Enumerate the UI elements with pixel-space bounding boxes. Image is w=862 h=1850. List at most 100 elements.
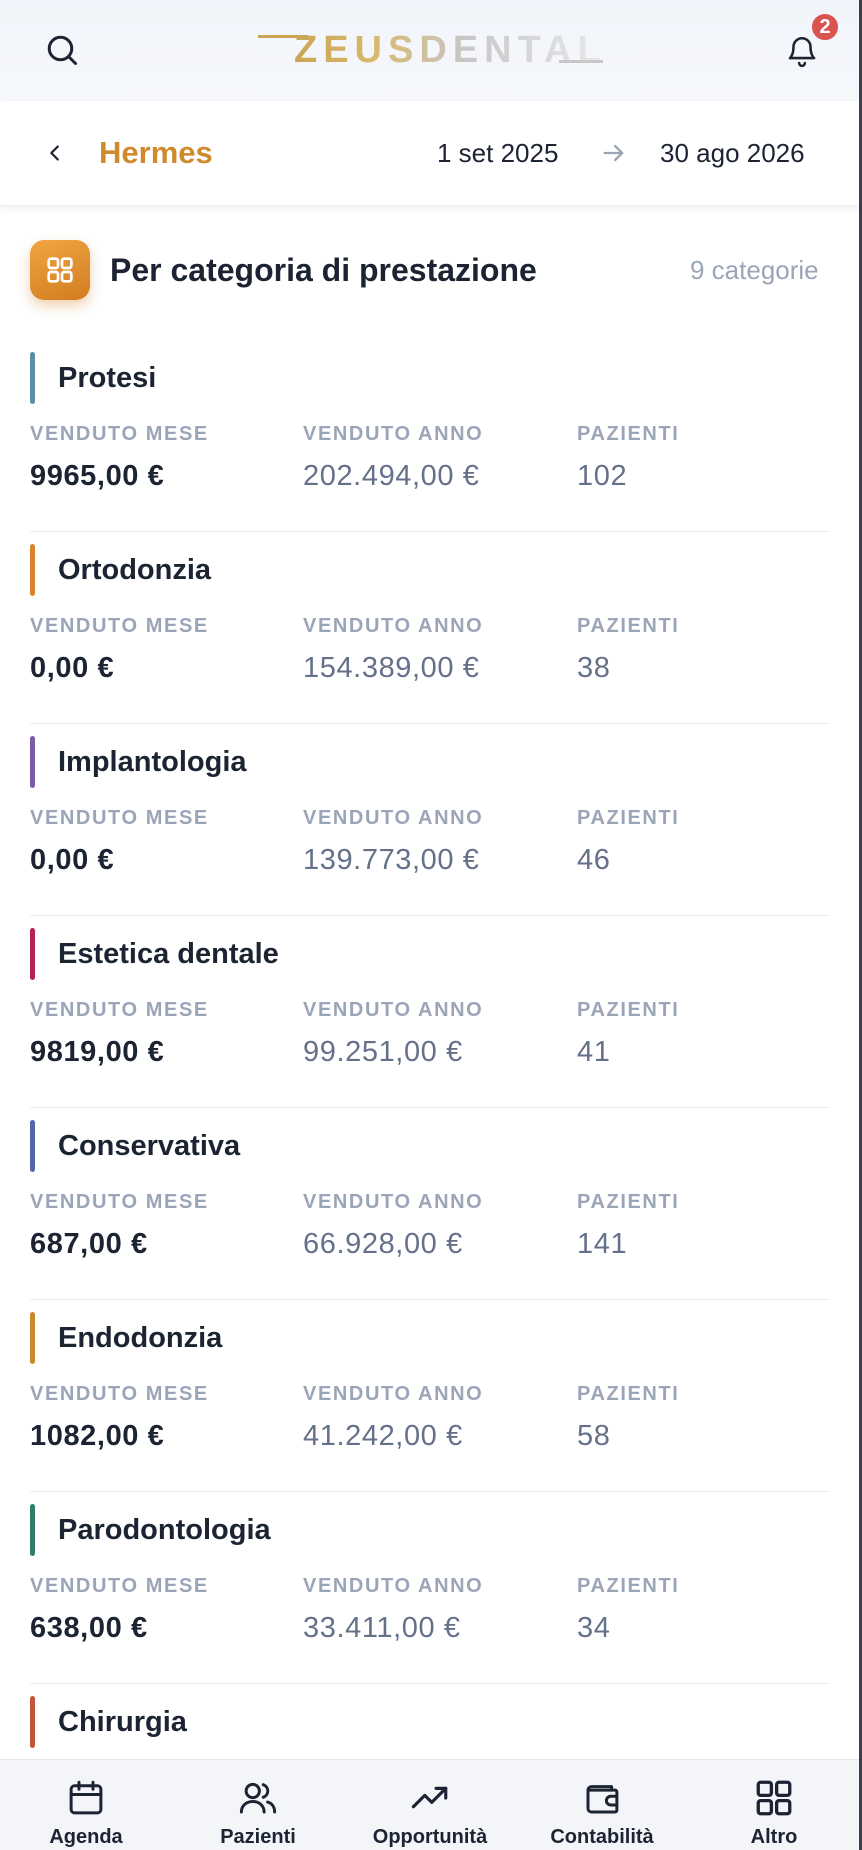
year-sales: VENDUTO ANNO 202.494,00 € — [303, 422, 483, 494]
category-name: Implantologia — [58, 746, 247, 778]
nav-label: Agenda — [49, 1826, 123, 1848]
patients: PAZIENTI 102 — [577, 422, 679, 494]
month-sales: VENDUTO MESE 9965,00 € — [30, 422, 209, 494]
nav-label: Opportunità — [372, 1826, 488, 1848]
month-sales: VENDUTO MESE 0,00 € — [30, 614, 209, 686]
date-range-start[interactable]: 1 set 2025 — [437, 135, 558, 171]
month-sales: VENDUTO MESE 638,00 € — [30, 1574, 209, 1646]
column-label: VENDUTO ANNO — [303, 1191, 484, 1213]
column-label: VENDUTO MESE — [30, 807, 209, 829]
date-range-end[interactable]: 30 ago 2026 — [660, 135, 805, 171]
top-app-bar: ZEUSDENTAL 2 — [0, 0, 862, 101]
patients: PAZIENTI 38 — [577, 614, 679, 686]
nav-item-agenda[interactable]: Agenda — [11, 1776, 161, 1850]
month-sales-value: 687,00 € — [30, 1228, 148, 1260]
category-name: Chirurgia — [58, 1706, 187, 1738]
category-row[interactable]: Ortodonzia VENDUTO MESE 0,00 € VENDUTO AN… — [30, 532, 830, 724]
patients: PAZIENTI 141 — [577, 1190, 679, 1262]
column-label: PAZIENTI — [577, 999, 680, 1021]
logo-text: ZEUSDENTAL — [294, 29, 607, 71]
category-color-bar — [30, 928, 35, 980]
year-sales-value: 41.242,00 € — [303, 1420, 463, 1452]
column-label: VENDUTO MESE — [30, 1383, 209, 1405]
category-row[interactable]: Parodontologia VENDUTO MESE 638,00 € VEND… — [30, 1492, 830, 1684]
nav-label: Altro — [750, 1826, 798, 1848]
notification-badge: 2 — [810, 12, 840, 42]
column-label: PAZIENTI — [577, 615, 680, 637]
column-label: PAZIENTI — [577, 1383, 680, 1405]
category-row[interactable]: Estetica dentale VENDUTO MESE 9819,00 € V… — [30, 916, 830, 1108]
patients-value: 38 — [577, 652, 611, 684]
category-row[interactable]: Implantologia VENDUTO MESE 0,00 € VENDUTO… — [30, 724, 830, 916]
nav-item-contabilita[interactable]: Contabilità — [527, 1776, 677, 1850]
month-sales-value: 0,00 € — [30, 844, 115, 876]
year-sales: VENDUTO ANNO 33.411,00 € — [303, 1574, 483, 1646]
category-row[interactable]: Protesi VENDUTO MESE 9965,00 € VENDUTO AN… — [30, 340, 830, 532]
search-button[interactable] — [40, 28, 84, 72]
column-label: VENDUTO ANNO — [303, 999, 484, 1021]
page-title: Hermes — [99, 135, 213, 170]
category-count: 9 categorie — [690, 255, 819, 285]
column-label: VENDUTO MESE — [30, 999, 209, 1021]
year-sales: VENDUTO ANNO 41.242,00 € — [303, 1382, 483, 1454]
users-icon — [236, 1776, 280, 1820]
patients: PAZIENTI 41 — [577, 998, 679, 1070]
patients: PAZIENTI 34 — [577, 1574, 679, 1646]
nav-item-opportunita[interactable]: Opportunità — [355, 1776, 505, 1850]
patients: PAZIENTI 58 — [577, 1382, 679, 1454]
chevron-left-icon — [50, 145, 59, 161]
section-badge — [30, 240, 90, 300]
month-sales-value: 1082,00 € — [30, 1420, 165, 1452]
year-sales-value: 66.928,00 € — [303, 1228, 463, 1260]
patients-value: 58 — [577, 1420, 611, 1452]
year-sales-value: 154.389,00 € — [303, 652, 480, 684]
year-sales: VENDUTO ANNO 66.928,00 € — [303, 1190, 483, 1262]
category-color-bar — [30, 1120, 35, 1172]
month-sales-value: 638,00 € — [30, 1612, 148, 1644]
column-label: VENDUTO MESE — [30, 1191, 209, 1213]
category-color-bar — [30, 352, 35, 404]
month-sales: VENDUTO MESE 1082,00 € — [30, 1382, 209, 1454]
patients-value: 34 — [577, 1612, 611, 1644]
category-color-bar — [30, 736, 35, 788]
category-row[interactable]: Endodonzia VENDUTO MESE 1082,00 € VENDUTO… — [30, 1300, 830, 1492]
patients: PAZIENTI 46 — [577, 806, 679, 878]
month-sales: VENDUTO MESE 9819,00 € — [30, 998, 209, 1070]
search-icon — [47, 35, 77, 65]
category-name: Ortodonzia — [58, 554, 212, 586]
category-name: Conservativa — [58, 1130, 241, 1162]
year-sales: VENDUTO ANNO 99.251,00 € — [303, 998, 483, 1070]
back-button[interactable] — [40, 133, 70, 173]
category-name: Parodontologia — [58, 1514, 271, 1546]
column-label: VENDUTO ANNO — [303, 423, 484, 445]
nav-label: Pazienti — [220, 1826, 296, 1848]
column-label: VENDUTO MESE — [30, 615, 209, 637]
category-name: Protesi — [58, 362, 157, 394]
month-sales-value: 9819,00 € — [30, 1036, 165, 1068]
column-label: VENDUTO MESE — [30, 1575, 209, 1597]
column-label: VENDUTO ANNO — [303, 1383, 484, 1405]
nav-label: Contabilità — [550, 1826, 654, 1848]
year-sales: VENDUTO ANNO 139.773,00 € — [303, 806, 483, 878]
arrow-right-icon — [603, 144, 624, 162]
grid-icon — [752, 1776, 796, 1820]
category-row[interactable]: Conservativa VENDUTO MESE 687,00 € VENDUT… — [30, 1108, 830, 1300]
column-label: VENDUTO MESE — [30, 423, 209, 445]
bottom-navigation: Agenda Pazienti Opportunità Contabilità … — [0, 1759, 862, 1850]
category-name: Estetica dentale — [58, 938, 279, 970]
section-title: Per categoria di prestazione — [110, 252, 537, 288]
category-name: Endodonzia — [58, 1322, 223, 1354]
month-sales: VENDUTO MESE 0,00 € — [30, 806, 209, 878]
column-label: PAZIENTI — [577, 1191, 680, 1213]
year-sales-value: 33.411,00 € — [303, 1612, 461, 1644]
category-color-bar — [30, 1312, 35, 1364]
patients-value: 41 — [577, 1036, 611, 1068]
patients-value: 102 — [577, 460, 628, 492]
nav-item-pazienti[interactable]: Pazienti — [183, 1776, 333, 1850]
category-color-bar — [30, 1504, 35, 1556]
nav-item-altro[interactable]: Altro — [699, 1776, 849, 1850]
column-label: PAZIENTI — [577, 1575, 680, 1597]
app-logo: ZEUSDENTAL — [258, 28, 603, 70]
patients-value: 46 — [577, 844, 611, 876]
patients-value: 141 — [577, 1228, 628, 1260]
